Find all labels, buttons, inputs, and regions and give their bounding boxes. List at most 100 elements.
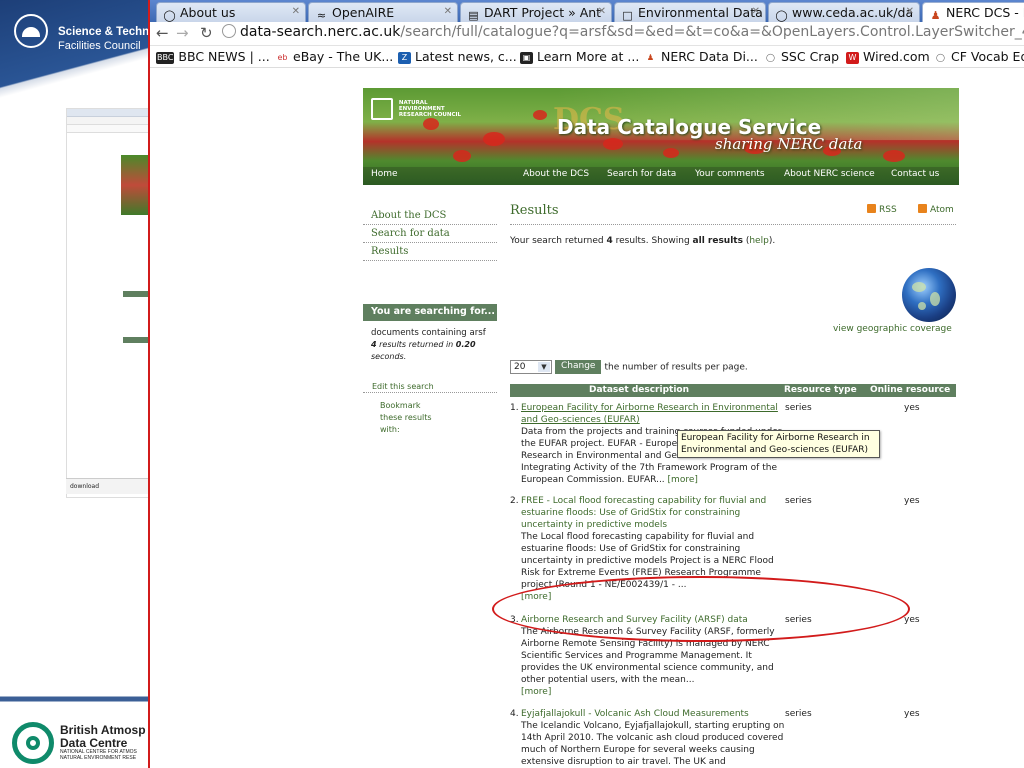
atom-label: Atom bbox=[930, 205, 954, 215]
nerc-icon: ♟ bbox=[644, 52, 657, 64]
tab-dart-project[interactable]: ▤ DART Project » Ant ✕ bbox=[460, 2, 612, 22]
sidebar-item-search-for-data[interactable]: Search for data bbox=[363, 225, 497, 243]
nav-search-for-data[interactable]: Search for data bbox=[607, 169, 676, 179]
nav-about-nerc-science[interactable]: About NERC science bbox=[784, 169, 875, 179]
close-icon[interactable]: ✕ bbox=[752, 6, 760, 17]
rss-link[interactable]: RSS bbox=[867, 204, 897, 215]
nerc-logo: NATURAL ENVIRONMENT RESEARCH COUNCIL bbox=[371, 98, 461, 120]
sidebar-item-results[interactable]: Results bbox=[363, 243, 497, 261]
browser-thumbnail bbox=[66, 108, 150, 498]
tab-about-us[interactable]: ◯ About us ✕ bbox=[156, 2, 306, 22]
sidebar-item-about-dcs[interactable]: About the DCS bbox=[363, 207, 497, 225]
tab-label: OpenAIRE bbox=[332, 5, 395, 20]
badc-title: British Atmosp Data Centre bbox=[60, 724, 146, 750]
bookmarks-bar: BBC BBC NEWS | ... eb eBay - The UK... Z La… bbox=[150, 46, 1024, 68]
nerc-line3: RESEARCH COUNCIL bbox=[398, 112, 462, 118]
result-title-link[interactable]: European Facility for Airborne Research … bbox=[521, 403, 778, 425]
atom-link[interactable]: Atom bbox=[918, 204, 954, 215]
search-query-text: documents containing arsf bbox=[371, 328, 486, 338]
results-summary: Your search returned 4 results. Showing … bbox=[510, 236, 775, 246]
close-icon[interactable]: ✕ bbox=[292, 6, 300, 17]
bookmark-ebay[interactable]: eb eBay - The UK... bbox=[276, 49, 393, 64]
stfc-org-name: Science & Techno bbox=[58, 26, 150, 38]
stfc-org-subname: Facilities Council bbox=[58, 40, 141, 52]
more-link[interactable]: [more] bbox=[668, 475, 698, 485]
nav-home[interactable]: Home bbox=[371, 169, 398, 179]
bookmark-bbc-news[interactable]: BBC BBC NEWS | ... bbox=[156, 49, 270, 64]
browser-window: ◯ About us ✕ ≈ OpenAIRE ✕ ▤ DART Project » An… bbox=[150, 0, 1024, 768]
tab-label: www.ceda.ac.uk/da bbox=[792, 5, 914, 20]
edit-search-link[interactable]: Edit this search bbox=[372, 382, 434, 391]
slide-background: Science & Techno Facilities Council down… bbox=[0, 0, 150, 768]
page-icon: □ bbox=[622, 9, 633, 22]
globe-icon: ◯ bbox=[775, 9, 788, 22]
tab-environmental-data[interactable]: □ Environmental Data ✕ bbox=[614, 2, 766, 22]
bookmark-label: Wired.com bbox=[863, 49, 930, 64]
bookmark-nerc-data[interactable]: ♟ NERC Data Di... bbox=[644, 49, 758, 64]
change-button[interactable]: Change bbox=[555, 360, 602, 374]
per-page-select[interactable]: 20 ▼ bbox=[510, 360, 552, 374]
globe-icon: ◯ bbox=[163, 9, 176, 22]
forward-arrow-icon[interactable]: → bbox=[176, 24, 189, 42]
search-seconds: seconds. bbox=[371, 352, 407, 361]
badc-logo-icon bbox=[12, 722, 54, 764]
bookmark-label: CF Vocab Ed bbox=[951, 49, 1024, 64]
result-title-link[interactable]: FREE - Local flood forecasting capabilit… bbox=[521, 496, 766, 530]
nav-contact-us[interactable]: Contact us bbox=[891, 169, 939, 179]
rss-icon bbox=[867, 204, 876, 213]
bookmark-line1: Bookmark bbox=[380, 401, 421, 410]
close-icon[interactable]: ✕ bbox=[906, 6, 914, 17]
site-info-icon[interactable] bbox=[222, 24, 236, 38]
nerc-logo-icon bbox=[371, 98, 393, 120]
bookmark-latest-news[interactable]: Z Latest news, c... bbox=[398, 49, 517, 64]
bookmark-wired[interactable]: W Wired.com bbox=[846, 49, 930, 64]
globe-icon: ◯ bbox=[934, 52, 947, 64]
globe-icon[interactable] bbox=[902, 268, 956, 322]
summary-paren-close: ). bbox=[768, 236, 776, 246]
tab-ceda[interactable]: ◯ www.ceda.ac.uk/da ✕ bbox=[768, 2, 920, 22]
bookmark-cf-vocab[interactable]: ◯ CF Vocab Ed bbox=[934, 49, 1024, 64]
banner-nav: Home About the DCS Search for data Your … bbox=[363, 167, 959, 185]
help-link[interactable]: help bbox=[749, 236, 768, 246]
bookmark-learn-more[interactable]: ▣ Learn More at ... bbox=[520, 49, 639, 64]
result-resource-type: series bbox=[785, 403, 812, 413]
nav-your-comments[interactable]: Your comments bbox=[695, 169, 765, 179]
result-number: 2. bbox=[510, 496, 519, 506]
bookmark-line3: with: bbox=[380, 425, 400, 434]
learn-icon: ▣ bbox=[520, 52, 533, 64]
site-banner: NATURAL ENVIRONMENT RESEARCH COUNCIL DCS… bbox=[363, 88, 959, 185]
wired-icon: W bbox=[846, 52, 859, 64]
result-number: 4. bbox=[510, 709, 519, 719]
nav-about-dcs[interactable]: About the DCS bbox=[523, 169, 589, 179]
bookmark-label: SSC Crap bbox=[781, 49, 840, 64]
bookmark-ssc-crap[interactable]: ◯ SSC Crap bbox=[764, 49, 839, 64]
address-bar[interactable]: data-search.nerc.ac.uk/search/full/catal… bbox=[222, 24, 1024, 44]
tab-nerc-dcs[interactable]: ♟ NERC DCS - F bbox=[922, 2, 1024, 22]
tab-openaire[interactable]: ≈ OpenAIRE ✕ bbox=[308, 2, 458, 22]
address-path: /search/full/catalogue?q=arsf&sd=&ed=&t=… bbox=[400, 24, 1024, 40]
result-resource-type: series bbox=[785, 496, 812, 506]
result-resource-type: series bbox=[785, 709, 812, 719]
banner-tagline: sharing NERC data bbox=[715, 135, 863, 153]
stfc-logo-icon bbox=[14, 14, 48, 48]
results-table-header: Dataset description Resource type Online… bbox=[510, 384, 956, 397]
result-number: 1. bbox=[510, 403, 519, 413]
summary-mid: results. Showing bbox=[612, 236, 693, 246]
geographic-coverage-link[interactable]: view geographic coverage bbox=[833, 324, 952, 334]
bookmark-results-text: Bookmark these results with: bbox=[380, 400, 460, 436]
back-arrow-icon[interactable]: ← bbox=[156, 24, 169, 42]
search-summary-box: You are searching for... documents conta… bbox=[363, 304, 497, 393]
result-description: The Icelandic Volcano, Eyjafjallajokull,… bbox=[521, 721, 785, 767]
annotation-ellipse bbox=[492, 576, 910, 642]
result-title-link[interactable]: Eyjafjallajokull - Volcanic Ash Cloud Me… bbox=[521, 709, 749, 719]
badc-sub-line2: NATURAL ENVIRONMENT RESE bbox=[60, 755, 137, 761]
result-online-resource: yes bbox=[904, 709, 920, 719]
close-icon[interactable]: ✕ bbox=[444, 6, 452, 17]
tab-label: About us bbox=[180, 5, 236, 20]
download-label: download bbox=[70, 483, 100, 490]
more-link[interactable]: [more] bbox=[521, 687, 551, 697]
close-icon[interactable]: ✕ bbox=[598, 6, 606, 17]
title-tooltip: European Facility for Airborne Research … bbox=[677, 430, 880, 458]
reload-icon[interactable]: ↻ bbox=[200, 24, 213, 42]
result-online-resource: yes bbox=[904, 496, 920, 506]
